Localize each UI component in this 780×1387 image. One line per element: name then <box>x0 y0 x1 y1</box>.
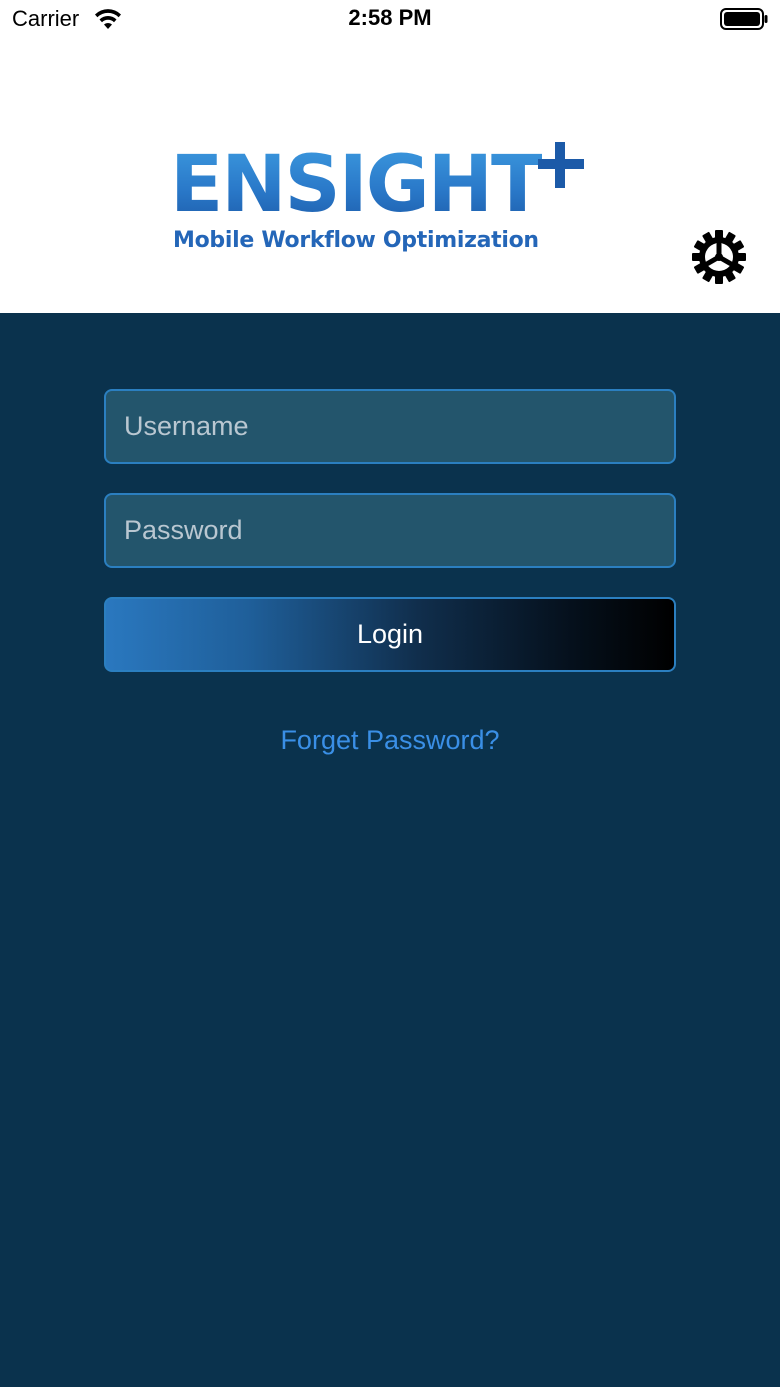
username-field[interactable] <box>104 389 676 464</box>
gear-icon[interactable] <box>690 228 748 286</box>
clock-time: 2:58 PM <box>348 5 432 30</box>
logo-tagline: Mobile Workflow Optimization <box>173 228 539 253</box>
ensight-logo: ENSIGHT Mobile Workflow Optimization <box>170 140 590 260</box>
username-input[interactable] <box>106 391 674 462</box>
login-panel: Login Forget Password? <box>0 313 780 1387</box>
header: ENSIGHT Mobile Workflow Optimization <box>0 40 780 313</box>
logo-wordmark: ENSIGHT <box>170 140 544 230</box>
status-bar: Carrier 2:58 PM <box>0 0 780 40</box>
password-field[interactable] <box>104 493 676 568</box>
battery-full-icon <box>720 8 768 30</box>
forget-password-link[interactable]: Forget Password? <box>0 725 780 756</box>
login-button[interactable]: Login <box>104 597 676 672</box>
password-input[interactable] <box>106 495 674 566</box>
plus-icon <box>538 142 584 188</box>
